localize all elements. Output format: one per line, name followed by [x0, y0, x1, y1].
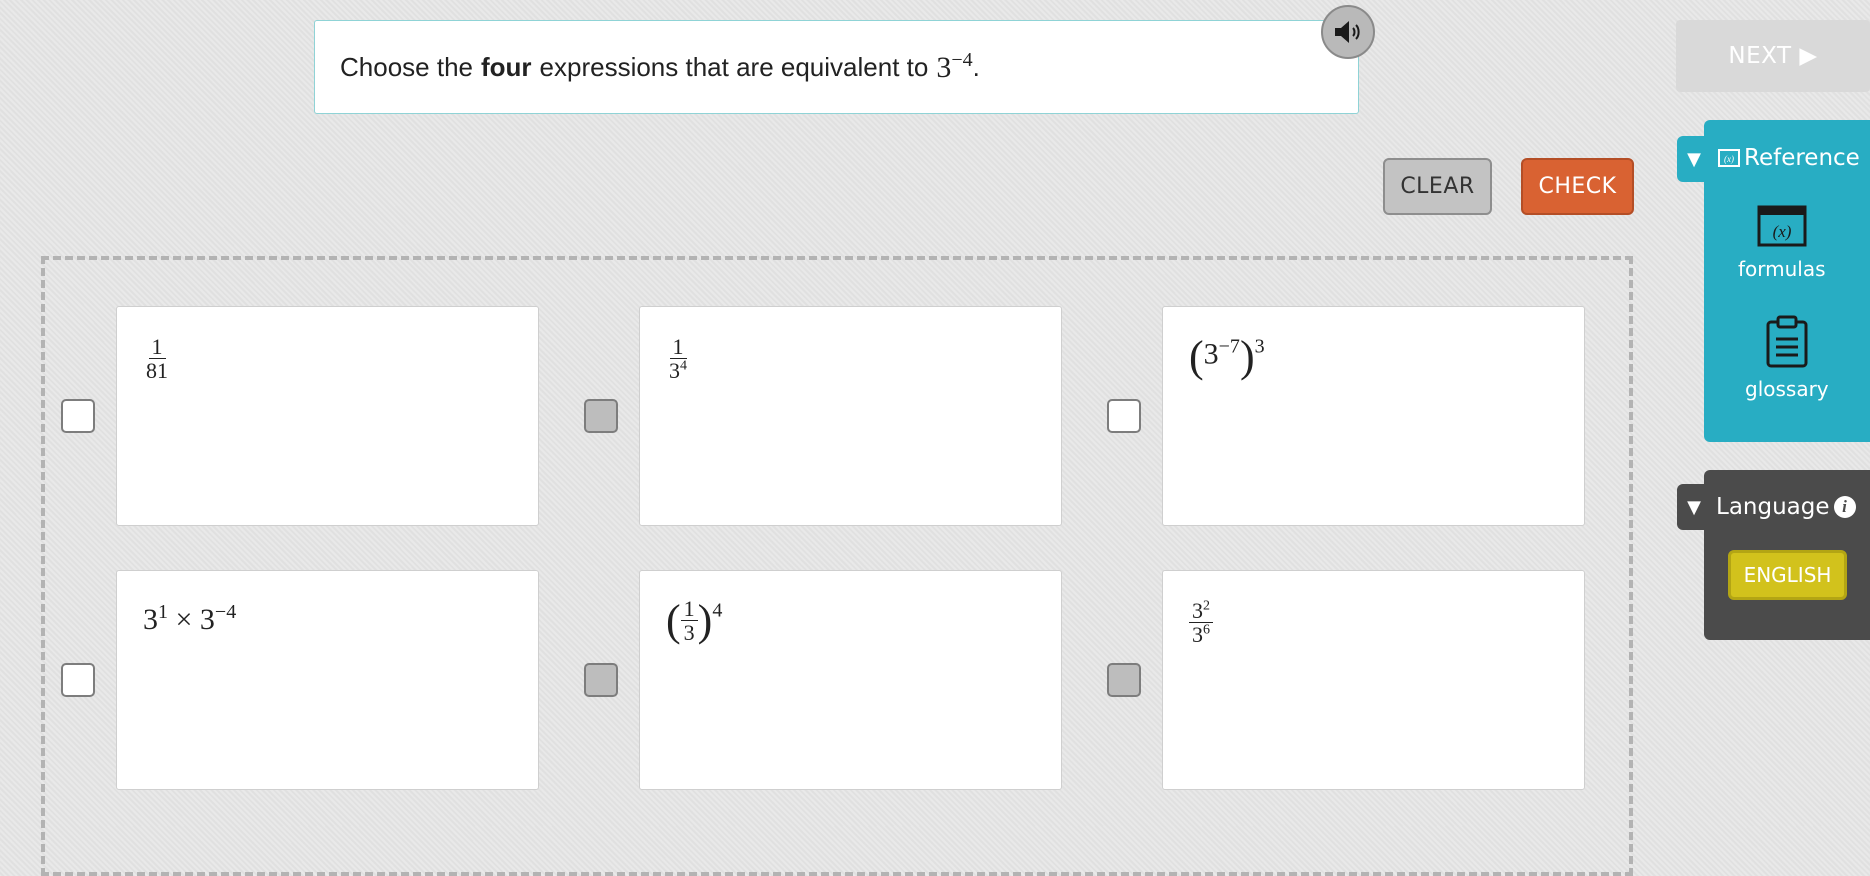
english-button[interactable]: ENGLISH — [1728, 550, 1847, 600]
next-button[interactable]: NEXT ▶ — [1676, 20, 1870, 92]
triangle-down-icon: ▼ — [1687, 148, 1701, 170]
option-5-checkbox[interactable] — [584, 663, 618, 697]
option-1-card[interactable]: 1 81 — [116, 306, 539, 526]
option-1-checkbox[interactable] — [61, 399, 95, 433]
option-6-checkbox[interactable] — [1107, 663, 1141, 697]
language-title: Language i — [1716, 494, 1856, 520]
reference-title-text: Reference — [1744, 145, 1860, 171]
option-1-expression: 1 81 — [143, 335, 171, 382]
option-6-den-base: 3 — [1192, 622, 1203, 648]
option-2-numerator: 1 — [669, 335, 687, 360]
prompt-text-before: Choose the — [340, 51, 473, 82]
formulas-label: formulas — [1738, 257, 1826, 281]
clear-button[interactable]: CLEAR — [1383, 158, 1492, 215]
option-3-base: 3 — [1203, 337, 1219, 371]
option-5-card[interactable]: (1 3)4 — [639, 570, 1062, 790]
option-3-inner-exp: −7 — [1218, 335, 1240, 358]
option-3-card[interactable]: (3−7)3 — [1162, 306, 1585, 526]
option-2-denominator: 34 — [666, 359, 690, 382]
option-4-expression: 31 × 3−4 — [143, 601, 236, 637]
info-icon[interactable]: i — [1833, 496, 1856, 518]
language-collapse-toggle[interactable]: ▼ — [1677, 484, 1711, 530]
option-6-card[interactable]: 32 36 — [1162, 570, 1585, 790]
option-3-checkbox[interactable] — [1107, 399, 1141, 433]
glossary-label: glossary — [1745, 377, 1829, 401]
option-5-numerator: 1 — [680, 597, 698, 621]
language-title-text: Language — [1716, 494, 1830, 520]
option-2-den-base: 3 — [669, 358, 680, 384]
prompt-math-base: 3 — [936, 51, 952, 84]
audio-button[interactable] — [1321, 5, 1375, 59]
option-4-card[interactable]: 31 × 3−4 — [116, 570, 539, 790]
option-4-b-exp: −4 — [214, 601, 237, 623]
option-6-den-exp: 6 — [1203, 622, 1210, 638]
formulas-tool[interactable]: (x) formulas — [1738, 205, 1826, 281]
check-button[interactable]: CHECK — [1521, 158, 1634, 215]
formulas-icon: (x) — [1757, 205, 1807, 247]
reference-title: (x) Reference — [1718, 145, 1860, 171]
calculator-icon: (x) — [1718, 149, 1740, 167]
prompt-text-after: expressions that are equivalent to — [539, 51, 929, 82]
option-6-denominator: 36 — [1189, 623, 1213, 646]
option-2-expression: 1 34 — [666, 335, 690, 382]
option-6-numerator: 32 — [1189, 598, 1213, 624]
triangle-down-icon: ▼ — [1687, 496, 1701, 518]
option-6-num-base: 3 — [1192, 598, 1203, 623]
option-1-denominator: 81 — [146, 358, 168, 384]
clipboard-icon — [1766, 315, 1808, 368]
option-5-expression: (1 3)4 — [666, 595, 723, 645]
option-5-denominator: 3 — [683, 620, 695, 645]
option-6-expression: 32 36 — [1189, 599, 1213, 646]
prompt-math: 3−4 — [936, 49, 972, 85]
option-2-checkbox[interactable] — [584, 399, 618, 433]
option-4-checkbox[interactable] — [61, 663, 95, 697]
speaker-icon — [1335, 21, 1360, 43]
glossary-tool[interactable]: glossary — [1745, 315, 1829, 401]
prompt-bold-word: four — [480, 51, 532, 82]
formulas-icon-text: (x) — [1772, 222, 1791, 241]
svg-text:(x): (x) — [1724, 154, 1734, 164]
option-2-den-exp: 4 — [680, 358, 687, 374]
option-1-numerator: 1 — [148, 335, 166, 360]
option-6-num-exp: 2 — [1203, 598, 1210, 614]
question-prompt: Choose the four expressions that are equ… — [314, 20, 1359, 114]
prompt-period: . — [972, 51, 980, 82]
option-3-outer-exp: 3 — [1254, 335, 1265, 358]
option-4-a-exp: 1 — [158, 601, 168, 623]
option-4-operator: × — [175, 603, 193, 636]
option-3-expression: (3−7)3 — [1189, 332, 1265, 381]
option-2-card[interactable]: 1 34 — [639, 306, 1062, 526]
option-5-outer-exp: 4 — [712, 599, 723, 622]
option-4-a-base: 3 — [143, 603, 158, 636]
option-4-b-base: 3 — [199, 603, 215, 636]
prompt-math-exp: −4 — [951, 49, 973, 71]
reference-collapse-toggle[interactable]: ▼ — [1677, 136, 1711, 182]
